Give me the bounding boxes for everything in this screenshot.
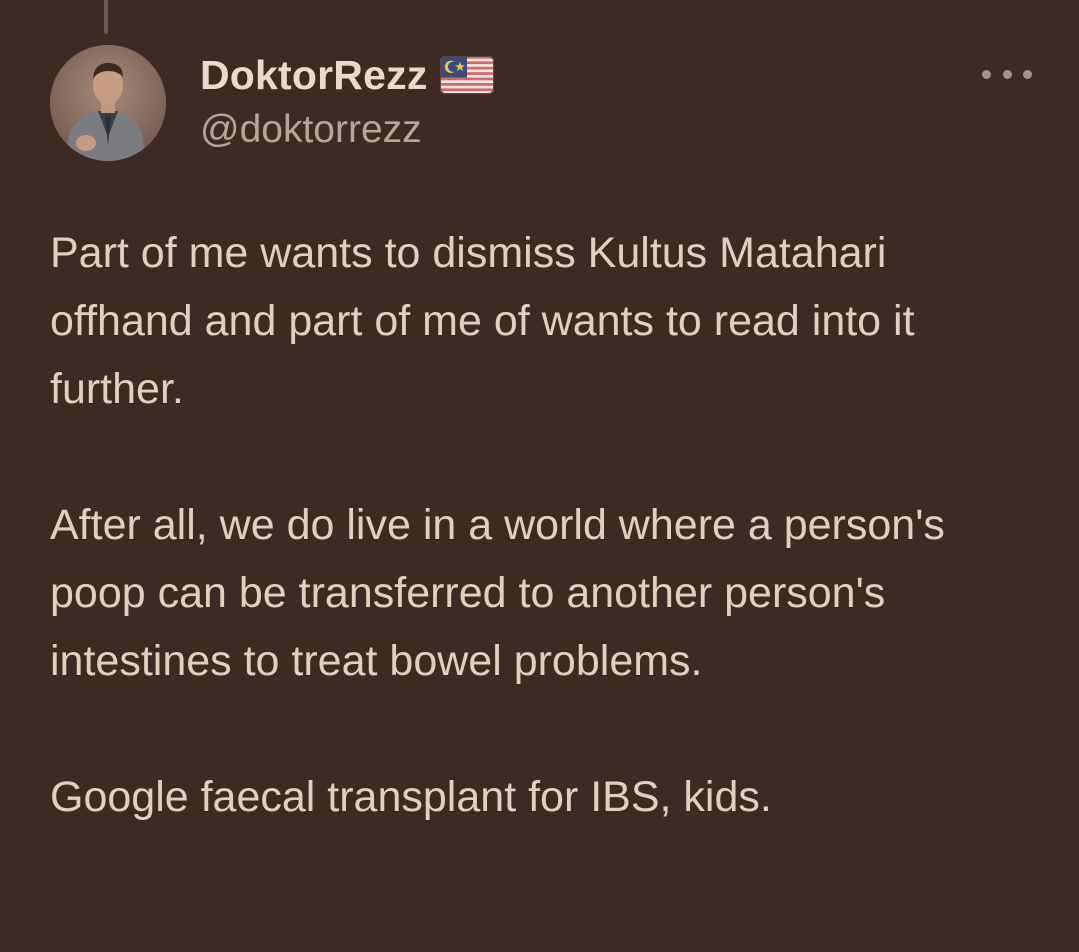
more-horizontal-icon-dot-2 [1002,69,1012,79]
author-handle[interactable]: @doktorrezz [200,108,422,152]
more-options-button[interactable] [982,56,1032,92]
avatar-image [50,45,166,161]
tweet-text: Part of me wants to dismiss Kultus Matah… [50,219,1040,831]
more-horizontal-icon-dot-3 [1023,69,1032,79]
avatar[interactable] [50,45,166,161]
tweet-paragraph: Google faecal transplant for IBS, kids. [50,773,772,821]
author-display-name[interactable]: DoktorRezz [200,52,428,99]
thread-connector-line [104,0,108,34]
tweet-paragraph: Part of me wants to dismiss Kultus Matah… [50,229,915,413]
more-horizontal-icon [982,69,991,79]
tweet-paragraph: After all, we do live in a world where a… [50,501,945,685]
author-name-row: DoktorRezz [200,50,494,100]
malaysia-flag-icon [439,56,494,94]
